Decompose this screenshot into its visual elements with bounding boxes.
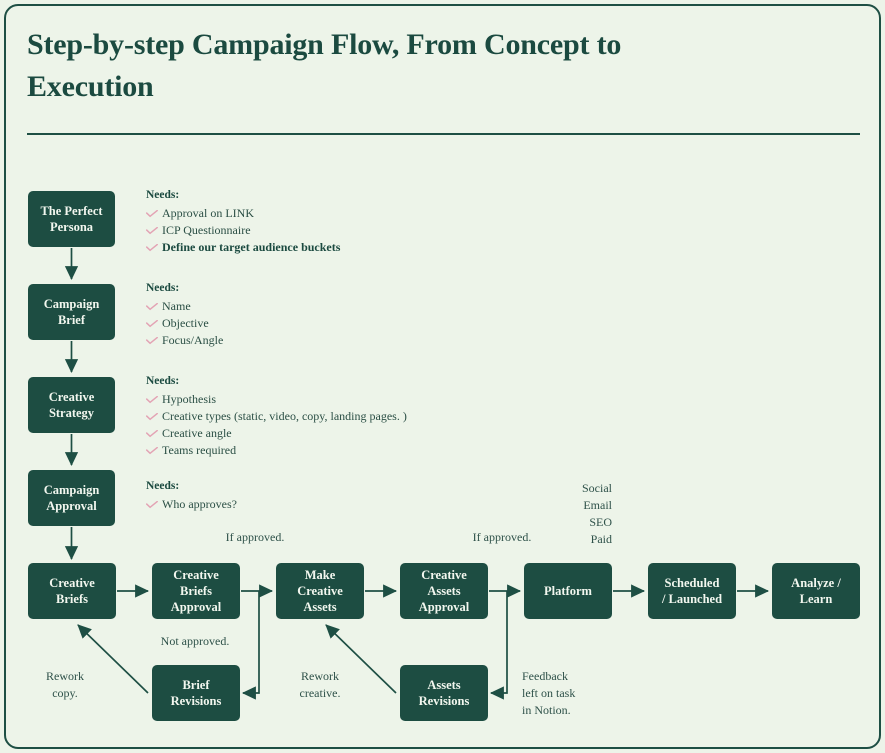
needs-item-label: Creative types (static, video, copy, lan… xyxy=(162,409,407,423)
check-icon xyxy=(146,442,162,455)
needs-item-label: Objective xyxy=(162,316,209,330)
needs-item-label: Creative angle xyxy=(162,426,232,440)
node-assets-revisions[interactable]: Assets Revisions xyxy=(400,665,488,721)
connector-layer xyxy=(64,248,770,700)
needs-heading: Needs: xyxy=(146,189,180,201)
needs-item-label: Who approves? xyxy=(162,497,237,511)
node-creative-strategy[interactable]: Creative Strategy xyxy=(28,377,115,433)
check-icon xyxy=(146,425,162,438)
needs-item: Creative angle xyxy=(146,425,407,442)
node-campaign-brief[interactable]: Campaign Brief xyxy=(28,284,115,340)
needs-item: Teams required xyxy=(146,442,407,459)
check-icon xyxy=(146,496,162,509)
needs-item-label: Focus/Angle xyxy=(162,333,224,347)
node-platform[interactable]: Platform xyxy=(524,563,612,619)
page-title: Step-by-step Campaign Flow, From Concept… xyxy=(27,28,622,103)
needs-heading: Needs: xyxy=(146,282,180,294)
node-analyze-learn[interactable]: Analyze / Learn xyxy=(772,563,860,619)
wire-assets-approval-down-to-assets-revisions xyxy=(489,591,508,700)
node-make-creative-assets[interactable]: Make Creative Assets xyxy=(276,563,364,619)
page-border xyxy=(4,4,881,749)
needs-block-creative-strategy: Needs: Hypothesis Creative types (static… xyxy=(146,374,407,459)
needs-item: Who approves? xyxy=(146,496,237,513)
needs-item: Define our target audience buckets xyxy=(146,239,340,256)
label-if-approved-1: If approved. xyxy=(225,530,285,544)
check-icon xyxy=(146,332,162,345)
needs-item: Approval on LINK xyxy=(146,205,340,222)
needs-item-label: Name xyxy=(162,299,191,313)
needs-item-label: Define our target audience buckets xyxy=(162,240,341,254)
needs-item: Focus/Angle xyxy=(146,332,223,349)
label-rework-creative: Rework creative. xyxy=(299,669,341,700)
check-icon xyxy=(146,391,162,404)
check-icon xyxy=(146,222,162,235)
label-if-approved-2: If approved. xyxy=(472,530,532,544)
needs-item: Objective xyxy=(146,315,223,332)
check-icon xyxy=(146,239,162,252)
check-icon xyxy=(146,205,162,218)
check-icon xyxy=(146,298,162,311)
needs-item: Name xyxy=(146,298,223,315)
title-divider xyxy=(27,133,860,135)
needs-block-campaign-approval: Needs: Who approves? xyxy=(146,479,237,513)
label-feedback: Feedback left on task in Notion. xyxy=(522,669,576,717)
check-icon xyxy=(146,408,162,421)
label-not-approved: Not approved. xyxy=(160,634,230,648)
needs-item: ICP Questionnaire xyxy=(146,222,340,239)
needs-item-label: ICP Questionnaire xyxy=(162,223,251,237)
needs-item-label: Approval on LINK xyxy=(162,206,254,220)
node-scheduled-launched[interactable]: Scheduled / Launched xyxy=(648,563,736,619)
node-campaign-approval[interactable]: Campaign Approval xyxy=(28,470,115,526)
needs-item: Creative types (static, video, copy, lan… xyxy=(146,408,407,425)
needs-item: Hypothesis xyxy=(146,391,407,408)
needs-item-label: Teams required xyxy=(162,443,237,457)
node-the-perfect-persona[interactable]: The Perfect Persona xyxy=(28,191,115,247)
needs-heading: Needs: xyxy=(146,480,180,492)
node-creative-briefs[interactable]: Creative Briefs xyxy=(28,563,116,619)
node-brief-revisions[interactable]: Brief Revisions xyxy=(152,665,240,721)
node-creative-assets-approval[interactable]: Creative Assets Approval xyxy=(400,563,488,619)
check-icon xyxy=(146,315,162,328)
diagram-canvas: Step-by-step Campaign Flow, From Concept… xyxy=(0,0,885,753)
node-creative-briefs-approval[interactable]: Creative Briefs Approval xyxy=(152,563,240,619)
needs-block-campaign-brief: Needs: Name Objective Focus/Angle xyxy=(146,281,223,349)
needs-heading: Needs: xyxy=(146,375,180,387)
label-rework-copy: Rework copy. xyxy=(46,669,84,700)
needs-block-persona: Needs: Approval on LINK ICP Questionnair… xyxy=(146,188,340,256)
needs-item-label: Hypothesis xyxy=(162,392,216,406)
